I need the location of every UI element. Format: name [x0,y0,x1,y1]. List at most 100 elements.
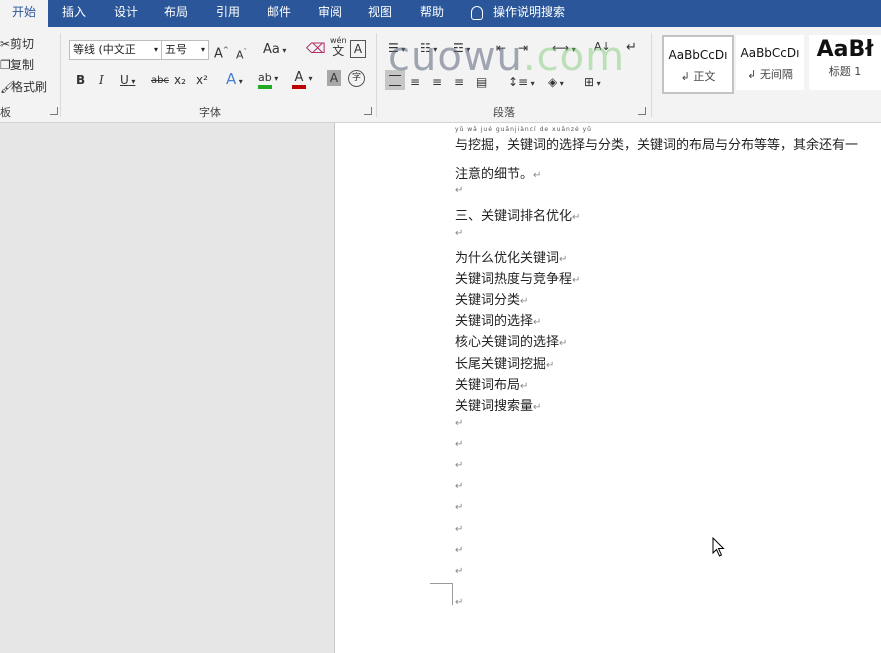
tell-me-search[interactable]: 操作说明搜索 [471,0,565,27]
scissors-icon: ✂ [0,37,11,51]
paragraph-mark-icon: ↵ [455,460,464,471]
list-item: 长尾关键词挖掘↵ [455,353,554,372]
grow-font-button[interactable]: A^ [214,41,229,63]
chevron-down-icon: ▾ [200,45,205,54]
tab-home[interactable]: 开始 [0,0,49,27]
character-border-icon: A [353,42,363,56]
bold-button[interactable]: B [76,71,85,89]
subscript-button[interactable]: x₂ [174,71,186,89]
list-item: 为什么优化关键词↵ [455,247,567,266]
doc-heading: 三、关键词排名优化↵ [455,205,580,224]
doc-heading-text: 三、关键词排名优化 [455,209,573,224]
paragraph-mark-icon: ↵ [572,275,581,286]
font-launcher-icon[interactable] [364,107,372,115]
text-effects-icon: A [226,70,237,88]
show-marks-button[interactable]: ↵ [626,39,637,57]
style-normal[interactable]: AaBbCcDı ↲ 正文 [662,35,734,94]
italic-button[interactable]: I [99,71,104,89]
tab-layout[interactable]: 布局 [164,0,188,27]
phonetic-guide-button[interactable]: wén 文 [330,35,347,57]
paragraph-mark-icon: ↵ [455,502,464,513]
highlight-button[interactable]: ab ▾ [258,69,278,89]
tell-me-label: 操作说明搜索 [493,5,566,19]
doc-line: 注意的细节。↵ [455,163,541,182]
list-item-text: 长尾关键词挖掘 [455,357,547,372]
tab-help[interactable]: 帮助 [420,0,444,27]
change-case-button[interactable]: Aa ▾ [263,41,286,60]
strikethrough-button[interactable]: abc [151,72,169,90]
clear-formatting-button[interactable]: ⌫ [306,40,326,58]
paragraph-mark-icon: ↵ [572,212,581,223]
paragraph-group-label: 段落 [493,106,515,119]
copy-button[interactable]: ❐复制 [0,56,34,74]
paragraph-mark-icon: ↵ [626,40,637,55]
ruby-text: yǔ wā jué guānjiàncí de xuǎnzé yǔ [455,126,592,133]
cut-button[interactable]: ✂剪切 [0,35,34,53]
copy-icon: ❐ [0,58,11,72]
font-name-combo[interactable]: 等线 (中文正 ▾ [69,40,162,60]
paragraph-mark-icon: ↵ [533,402,542,413]
font-color-button[interactable]: A ▾ [292,69,313,89]
bold-icon: B [76,73,86,87]
eraser-icon: ⌫ [306,41,326,57]
underline-icon: U [120,73,129,87]
character-shading-button[interactable]: A [327,70,341,86]
paragraph-mark-icon: ↵ [533,170,542,181]
style-heading-1[interactable]: AaBł 标题 1 [809,35,881,90]
format-painter-button[interactable]: 🖌格式刷 [0,78,47,96]
list-item-text: 关键词布局 [455,378,521,393]
margin-corner-mark [452,583,453,605]
font-color-icon: A [292,70,306,89]
chevron-down-icon: ▾ [153,45,158,54]
shrink-font-icon: A [236,48,244,62]
copy-label: 复制 [10,58,35,72]
paragraph-launcher-icon[interactable] [638,107,646,115]
enclose-characters-icon: 字 [351,73,361,83]
superscript-button[interactable]: x² [196,71,208,89]
ribbon-tab-bar: 开始 插入 设计 布局 引用 邮件 审阅 视图 帮助 操作说明搜索 [0,0,881,27]
list-item: 关键词的选择↵ [455,310,541,329]
text-effects-button[interactable]: A ▾ [226,70,243,91]
clipboard-group-label: 板 [0,106,11,119]
font-name-value: 等线 (中文正 [73,43,136,56]
paragraph-mark-icon: ↵ [559,338,568,349]
style-heading-1-name: 标题 1 [828,65,862,78]
clipboard-launcher-icon[interactable] [50,107,58,115]
list-item-text: 关键词分类 [455,293,521,308]
list-item-text: 关键词的选择 [455,314,534,329]
italic-icon: I [99,73,104,87]
tab-references[interactable]: 引用 [216,0,240,27]
cut-label: 剪切 [10,37,35,51]
tab-insert[interactable]: 插入 [62,0,86,27]
paragraph-mark-icon: ↵ [546,360,555,371]
change-case-icon: Aa [263,42,280,57]
list-item-text: 关键词热度与竞争程 [455,272,573,287]
group-divider [60,33,61,117]
paragraph-mark-icon: ↵ [455,566,464,577]
paragraph-mark-icon: ↵ [455,228,464,239]
list-item: 关键词分类↵ [455,289,528,308]
style-no-spacing-name: ↲ 无间隔 [747,68,793,81]
paragraph-mark-icon: ↵ [455,418,464,429]
phonetic-guide-char: 文 [332,44,345,58]
style-no-spacing[interactable]: AaBbCcDı ↲ 无间隔 [736,35,804,90]
underline-button[interactable]: U ▾ [120,71,135,91]
list-item-text: 为什么优化关键词 [455,251,560,266]
tab-view[interactable]: 视图 [368,0,392,27]
watermark-text-2: .com [522,34,626,80]
group-divider [376,33,377,117]
paragraph-mark-icon: ↵ [455,439,464,450]
subscript-icon: x₂ [174,73,186,87]
shrink-font-button[interactable]: Aˇ [236,43,247,65]
mouse-cursor-icon [712,537,725,557]
tab-mailings[interactable]: 邮件 [267,0,291,27]
format-painter-label: 格式刷 [11,80,48,94]
style-heading-1-sample: AaBł [816,37,874,62]
tab-design[interactable]: 设计 [114,0,138,27]
paintbrush-icon: 🖌 [0,80,16,94]
document-page[interactable] [334,123,881,653]
font-size-combo[interactable]: 五号 ▾ [161,40,209,60]
enclose-characters-button[interactable]: 字 [348,70,365,87]
character-border-button[interactable]: A [350,40,366,58]
tab-review[interactable]: 审阅 [318,0,342,27]
